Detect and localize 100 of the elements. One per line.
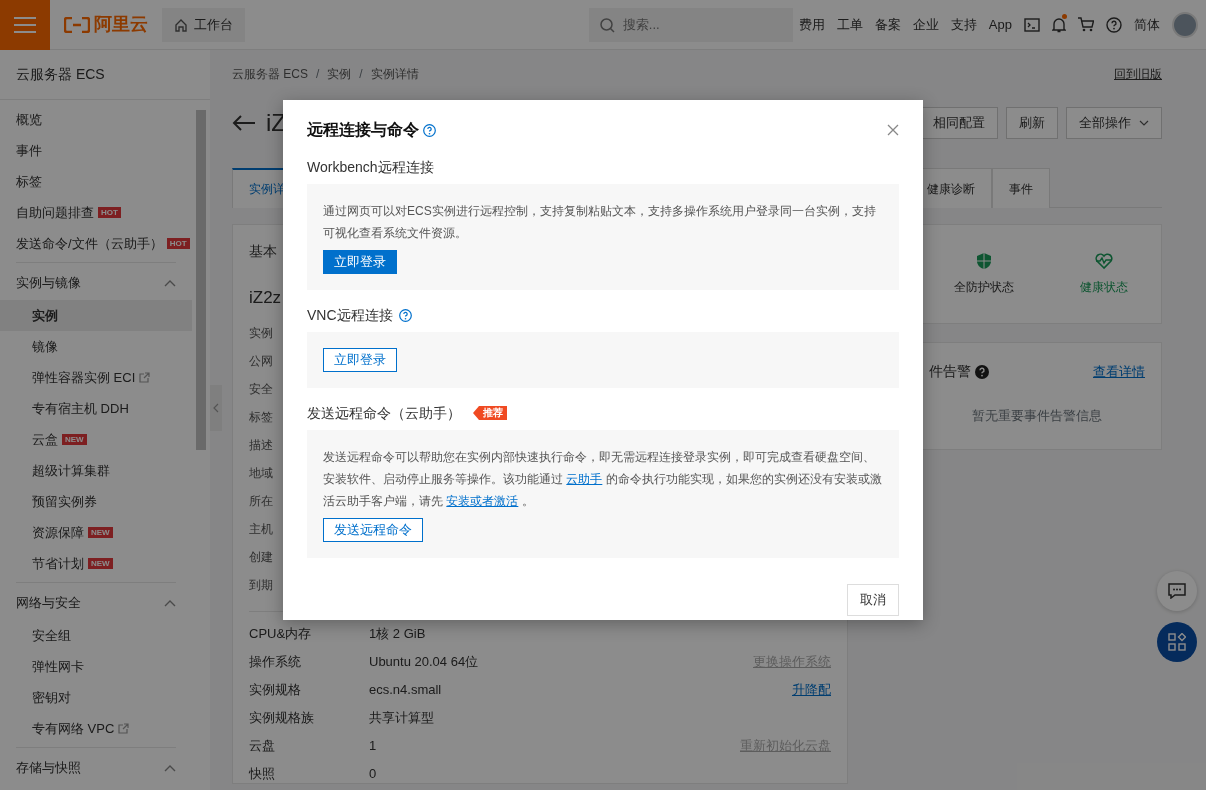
login-button[interactable]: 立即登录	[323, 250, 397, 274]
top-link[interactable]: 费用	[792, 14, 831, 35]
cart-icon[interactable]	[1078, 17, 1094, 32]
search-field[interactable]: 搜索...	[588, 7, 793, 42]
breadcrumb-link[interactable]: 实例	[327, 65, 352, 83]
bell-icon[interactable]	[1052, 16, 1066, 33]
sidebar-item[interactable]: 专有网络 VPC	[0, 713, 192, 744]
old-version-link[interactable]: 回到旧版	[1114, 65, 1162, 83]
sidebar-item-label: 安全组	[32, 626, 71, 645]
help-icon[interactable]	[423, 123, 436, 137]
shield-icon	[975, 252, 993, 270]
login-button[interactable]: 立即登录	[323, 348, 397, 372]
sidebar-item-label: 自助问题排查	[16, 203, 94, 222]
action-button[interactable]: 全部操作	[1066, 107, 1162, 139]
inline-link[interactable]: 安装或者激活	[446, 494, 519, 508]
field-label: 安全	[249, 380, 273, 398]
login-button[interactable]: 发送远程命令	[323, 518, 423, 542]
home-icon	[174, 17, 188, 32]
sidebar-item[interactable]: 标签	[0, 166, 192, 197]
chevron-up-icon	[164, 599, 176, 607]
close-button[interactable]	[887, 124, 899, 136]
sidebar-item-label: 资源保障	[32, 523, 84, 542]
sidebar-item-label: 弹性容器实例 ECI	[32, 368, 136, 387]
sidebar-item[interactable]: 事件	[0, 135, 192, 166]
external-link-icon	[139, 372, 151, 383]
action-button[interactable]: 刷新	[1006, 107, 1058, 139]
card-title: 件告警	[929, 362, 971, 381]
apps-button[interactable]	[1157, 622, 1197, 662]
details-link[interactable]: 查看详情	[1093, 361, 1145, 382]
section-heading: 基本	[249, 242, 277, 261]
sidebar-item-label: 发送命令/文件（云助手）	[16, 234, 163, 253]
field-value: 1	[369, 736, 378, 755]
field-label: 实例	[249, 324, 273, 342]
language-link[interactable]: 简体	[1128, 14, 1166, 35]
back-arrow-icon[interactable]	[232, 114, 256, 132]
dialog-title: 远程连接与命令	[307, 120, 419, 140]
sidebar-item-label: 镜像	[32, 337, 58, 356]
collapse-handle[interactable]	[210, 385, 222, 431]
sidebar-item-label: 弹性网卡	[32, 657, 84, 676]
group-label: 存储与快照	[16, 759, 81, 778]
sidebar-item[interactable]: 安全组	[0, 620, 192, 651]
terminal-icon[interactable]	[1024, 17, 1040, 32]
breadcrumb-link[interactable]: 云服务器 ECS	[232, 65, 308, 83]
field-label: 实例规格	[249, 680, 302, 699]
status-tag: HOT	[166, 238, 190, 249]
field-label: 实例规格族	[249, 708, 315, 727]
workbench-button[interactable]: 工作台	[162, 7, 245, 42]
top-link[interactable]: 工单	[830, 14, 869, 35]
chevron-left-icon	[213, 403, 219, 413]
status-tag: NEW	[88, 558, 113, 569]
help-icon	[975, 364, 989, 379]
instance-name: iZ2z	[249, 287, 282, 309]
field-label: CPU&内存	[249, 624, 313, 643]
menu-button[interactable]	[0, 0, 50, 50]
sidebar-item[interactable]: 实例	[0, 300, 192, 331]
field-label: 创建	[249, 548, 273, 566]
action-button[interactable]: 相同配置	[921, 107, 998, 139]
sidebar-item[interactable]: 密钥对	[0, 682, 192, 713]
search-icon	[599, 17, 615, 33]
field-value: 共享计算型	[369, 708, 435, 727]
top-link[interactable]: 支持	[944, 14, 983, 35]
menu-icon	[14, 16, 36, 33]
sidebar-item[interactable]: 专有宿主机 DDH	[0, 393, 192, 424]
sidebar-item[interactable]: 自助问题排查 HOT	[0, 197, 192, 228]
sidebar-item-label: 专有网络 VPC	[32, 719, 115, 738]
sidebar-item[interactable]: 资源保障 NEW	[0, 517, 192, 548]
sidebar-item[interactable]: 发送命令/文件（云助手） HOT	[0, 228, 192, 259]
field-label: 主机	[249, 520, 273, 538]
sidebar-item[interactable]: 弹性网卡	[0, 651, 192, 682]
chat-button[interactable]	[1157, 571, 1197, 611]
external-link-icon	[118, 723, 130, 734]
sidebar-item[interactable]: 概览	[0, 104, 192, 135]
help-icon[interactable]	[398, 308, 412, 322]
top-link[interactable]: App	[982, 14, 1018, 35]
group-label: 实例与镜像	[16, 274, 81, 293]
inline-link[interactable]: 云助手	[566, 472, 603, 486]
sidebar-item-label: 预留实例券	[32, 492, 97, 511]
sidebar-item[interactable]: 弹性容器实例 ECI	[0, 362, 192, 393]
sidebar-item[interactable]: 超级计算集群	[0, 455, 192, 486]
sidebar-item[interactable]: 镜像	[0, 331, 192, 362]
sidebar-group[interactable]: 实例与镜像	[0, 266, 192, 300]
chevron-up-icon	[164, 279, 176, 287]
avatar[interactable]	[1172, 11, 1198, 38]
breadcrumb-link[interactable]: 实例详情	[370, 65, 419, 83]
breadcrumb-separator: /	[316, 66, 320, 83]
status-tag: HOT	[98, 207, 121, 218]
top-link[interactable]: 备案	[868, 14, 907, 35]
sidebar-group[interactable]: 存储与快照	[0, 751, 192, 785]
action-link[interactable]: 升降配	[792, 679, 831, 700]
help-icon[interactable]	[1106, 16, 1122, 33]
sidebar-item[interactable]: 云盒 NEW	[0, 424, 192, 455]
field-label: 操作系统	[249, 652, 302, 671]
top-link[interactable]: 企业	[906, 14, 945, 35]
tab[interactable]: 事件	[992, 168, 1050, 208]
sidebar-item[interactable]: 节省计划 NEW	[0, 548, 192, 579]
sidebar-group[interactable]: 网络与安全	[0, 586, 192, 620]
cancel-button[interactable]: 取消	[847, 584, 899, 616]
sidebar-item-label: 概览	[16, 110, 42, 129]
sidebar-item[interactable]: 预留实例券	[0, 486, 192, 517]
scrollbar[interactable]	[196, 110, 206, 450]
